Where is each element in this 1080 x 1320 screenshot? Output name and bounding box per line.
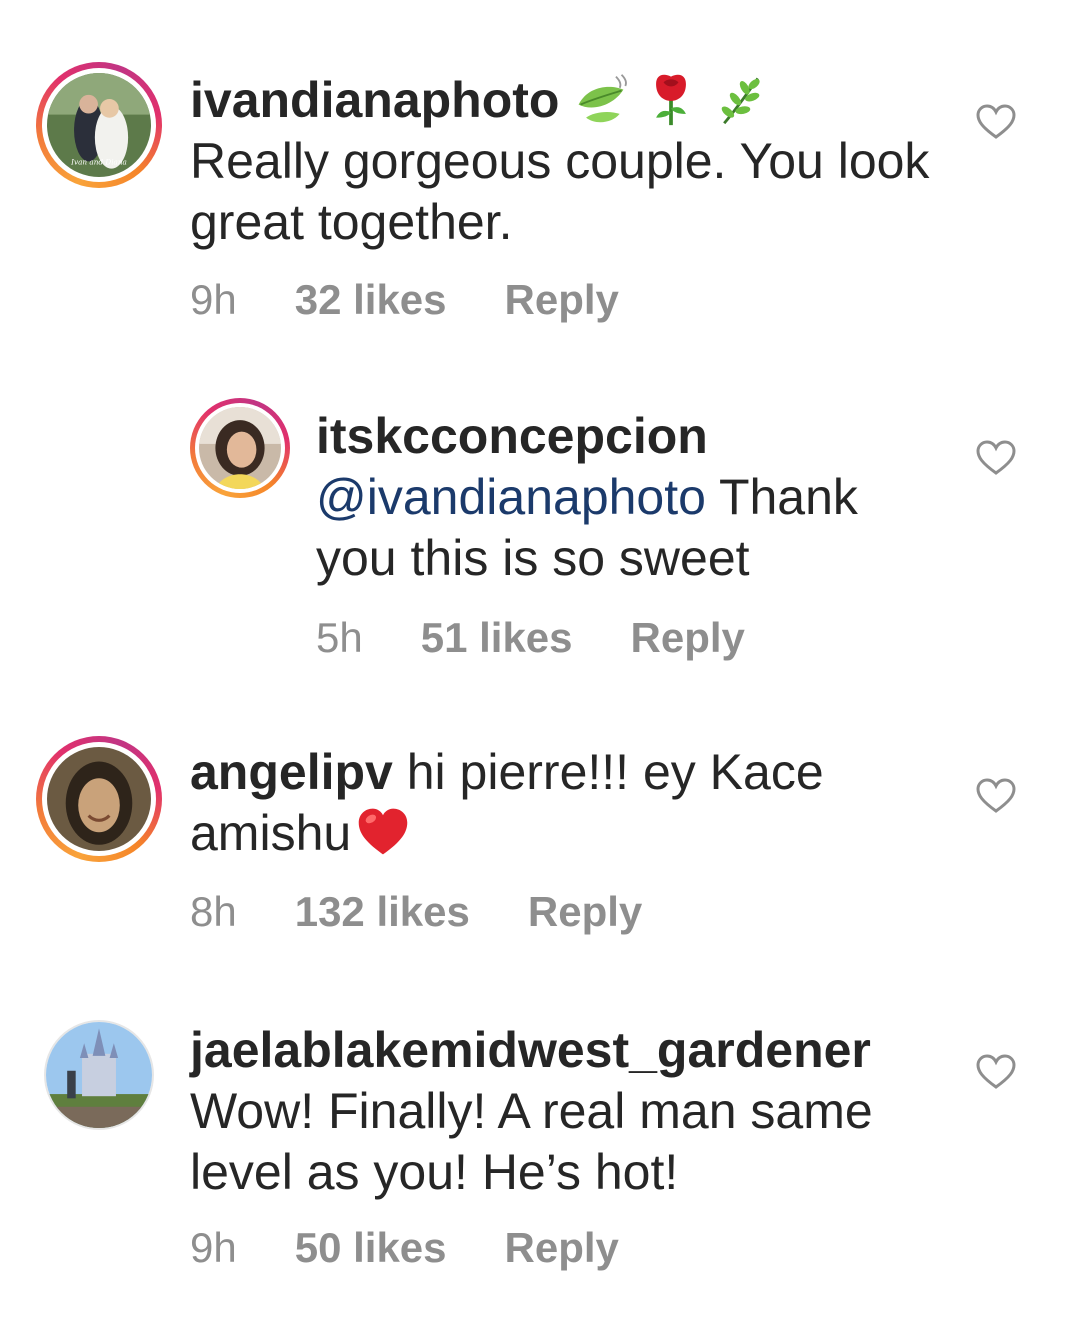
reply-button[interactable]: Reply xyxy=(505,276,619,323)
comment-username[interactable]: angelipv xyxy=(190,744,393,800)
reply-button[interactable]: Reply xyxy=(631,614,745,661)
comment-meta: 8h 132 likes Reply xyxy=(190,888,700,936)
herb-icon xyxy=(722,77,760,125)
like-heart-icon[interactable] xyxy=(976,440,1016,476)
comment-time: 9h xyxy=(190,1224,237,1271)
comment-username[interactable]: itskcconcepcion xyxy=(316,406,936,467)
avatar-photo: Ivan and Diana xyxy=(47,73,151,177)
comment-item: angelipv hi pierre!!! ey Kace amishu 8h 1… xyxy=(0,700,1080,1010)
avatar-photo xyxy=(47,747,151,851)
comment-body: angelipv hi pierre!!! ey Kace amishu xyxy=(190,742,930,864)
comment-meta: 9h 32 likes Reply xyxy=(190,276,677,324)
reply-comment-item: itskcconcepcion @ivandianaphoto Thank yo… xyxy=(0,360,1080,700)
avatar-photo xyxy=(199,407,281,489)
comment-body: jaelablakemidwest_gardener Wow! Finally!… xyxy=(190,1020,930,1203)
mention-link[interactable]: @ivandianaphoto xyxy=(316,469,706,525)
comment-text: Really gorgeous couple. You look great t… xyxy=(190,133,930,250)
red-heart-icon xyxy=(358,808,408,855)
leaf-fluttering-in-wind-icon xyxy=(578,74,628,123)
avatar[interactable] xyxy=(36,736,162,862)
likes-count[interactable]: 132 likes xyxy=(295,888,470,935)
comment-item: jaelablakemidwest_gardener Wow! Finally!… xyxy=(0,1010,1080,1320)
rose-icon xyxy=(656,74,687,126)
avatar[interactable]: Ivan and Diana xyxy=(36,62,162,188)
like-heart-icon[interactable] xyxy=(976,1054,1016,1090)
comment-body: itskcconcepcion @ivandianaphoto Thank yo… xyxy=(316,406,936,589)
comment-time: 5h xyxy=(316,614,363,661)
avatar[interactable] xyxy=(190,398,290,498)
likes-count[interactable]: 32 likes xyxy=(295,276,447,323)
likes-count[interactable]: 50 likes xyxy=(295,1224,447,1271)
comment-meta: 9h 50 likes Reply xyxy=(190,1224,677,1272)
comment-meta: 5h 51 likes Reply xyxy=(316,614,803,662)
comment-time: 8h xyxy=(190,888,237,935)
comment-time: 9h xyxy=(190,276,237,323)
avatar-photo xyxy=(46,1022,152,1128)
likes-count[interactable]: 51 likes xyxy=(421,614,573,661)
like-heart-icon[interactable] xyxy=(976,778,1016,814)
comment-body: ivandianaphoto Really gorgeous couple. Y… xyxy=(190,70,930,253)
comment-text: Wow! Finally! A real man same level as y… xyxy=(190,1083,873,1200)
comment-username[interactable]: ivandianaphoto xyxy=(190,72,559,128)
reply-button[interactable]: Reply xyxy=(505,1224,619,1271)
comment-username[interactable]: jaelablakemidwest_gardener xyxy=(190,1020,930,1081)
comment-item: Ivan and Diana ivandianaphoto Really gor… xyxy=(0,0,1080,360)
avatar[interactable] xyxy=(44,1020,154,1130)
like-heart-icon[interactable] xyxy=(976,104,1016,140)
reply-button[interactable]: Reply xyxy=(528,888,642,935)
avatar-caption: Ivan and Diana xyxy=(70,158,127,167)
